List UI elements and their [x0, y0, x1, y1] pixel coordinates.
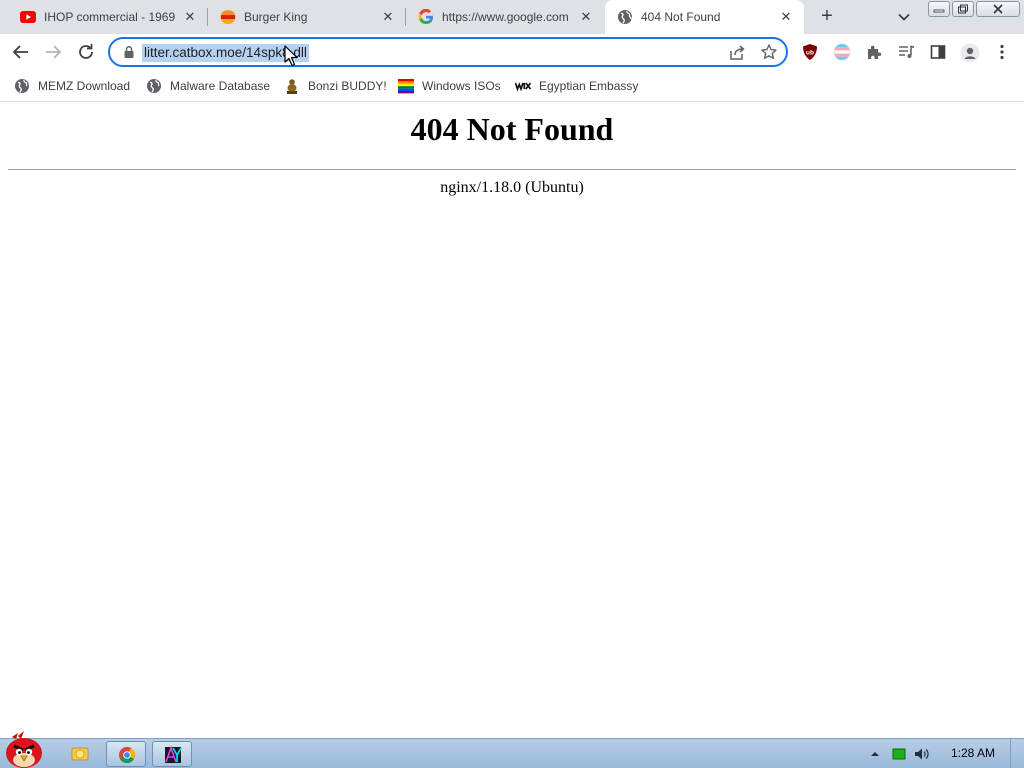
share-icon[interactable] — [728, 44, 746, 62]
globe-icon — [617, 9, 633, 25]
taskbar: 1:28 AM — [0, 731, 1024, 768]
rainbow-flag-icon — [398, 78, 414, 94]
profile-avatar-icon[interactable] — [960, 43, 980, 63]
bookmark-label: Windows ISOs — [422, 79, 501, 93]
taskbar-chrome-button[interactable] — [106, 741, 146, 767]
new-tab-button[interactable]: + — [816, 6, 838, 28]
side-panel-icon[interactable] — [929, 43, 947, 61]
minimize-button[interactable] — [928, 1, 950, 17]
google-icon — [418, 8, 434, 25]
bookmark-label: Bonzi BUDDY! — [308, 79, 387, 93]
youtube-icon — [20, 9, 36, 25]
bookmark-memz-download[interactable]: MEMZ Download — [14, 76, 130, 96]
restore-button[interactable] — [952, 1, 974, 17]
bookmark-windows-isos[interactable]: Windows ISOs — [398, 76, 501, 96]
lock-icon[interactable] — [122, 45, 136, 59]
mouse-cursor-icon — [284, 45, 300, 67]
back-button[interactable] — [10, 41, 32, 63]
wix-icon — [514, 78, 532, 94]
browser-window: IHOP commercial - 1969 ✕ Burger King ✕ h… — [0, 0, 1024, 768]
tab-strip: IHOP commercial - 1969 ✕ Burger King ✕ h… — [0, 0, 1024, 34]
globe-icon — [146, 78, 162, 94]
ublock-origin-icon[interactable]: ub — [801, 43, 819, 61]
tray-overflow-arrow-icon[interactable] — [868, 747, 882, 761]
tab-title: https://www.google.com — [442, 10, 569, 24]
bookmark-bonzi-buddy[interactable]: Bonzi BUDDY! — [284, 76, 387, 96]
taskbar-clock[interactable]: 1:28 AM — [940, 746, 1006, 760]
reload-button[interactable] — [75, 41, 97, 63]
tab-title: Burger King — [244, 10, 308, 24]
chrome-menu-kebab-icon[interactable] — [993, 43, 1011, 61]
start-button-angry-bird-icon[interactable] — [2, 731, 50, 768]
page-content: 404 Not Found nginx/1.18.0 (Ubuntu) — [0, 103, 1024, 738]
bookmark-egyptian-embassy[interactable]: Egyptian Embassy — [514, 76, 639, 96]
server-signature: nginx/1.18.0 (Ubuntu) — [440, 179, 584, 196]
tab-close-button[interactable]: ✕ — [380, 9, 396, 25]
tab-google[interactable]: https://www.google.com ✕ — [406, 0, 604, 34]
tab-burger-king[interactable]: Burger King ✕ — [208, 0, 406, 34]
address-bar[interactable]: litter.catbox.moe/14spk8.dll — [108, 37, 788, 67]
taskbar-app-button[interactable] — [152, 741, 192, 767]
tab-title: 404 Not Found — [641, 10, 721, 24]
network-icon[interactable] — [892, 747, 906, 761]
volume-icon[interactable] — [914, 747, 929, 761]
page-title: 404 Not Found — [410, 111, 614, 147]
extensions-puzzle-icon[interactable] — [865, 43, 883, 61]
tab-close-button[interactable]: ✕ — [578, 9, 594, 25]
bookmark-label: Egyptian Embassy — [539, 79, 639, 93]
globe-icon — [14, 78, 30, 94]
tab-title: IHOP commercial - 1969 — [44, 10, 176, 24]
media-controls-icon[interactable] — [897, 43, 915, 61]
bookmark-malware-database[interactable]: Malware Database — [146, 76, 270, 96]
pride-flag-extension-icon[interactable] — [833, 43, 851, 61]
tab-ihop[interactable]: IHOP commercial - 1969 ✕ — [0, 0, 208, 34]
tab-close-button[interactable]: ✕ — [182, 9, 198, 25]
bonzi-icon — [284, 78, 300, 94]
forward-button[interactable] — [42, 41, 64, 63]
bookmark-label: Malware Database — [170, 79, 271, 93]
bookmark-star-icon[interactable] — [760, 43, 778, 61]
show-desktop-button[interactable] — [1010, 739, 1024, 768]
bookmark-label: MEMZ Download — [38, 79, 131, 93]
bookmarks-bar: MEMZ Download Malware Database Bonzi BUD… — [0, 70, 1024, 102]
svg-text:ub: ub — [806, 50, 814, 57]
horizontal-rule — [8, 169, 1016, 170]
burger-king-icon — [220, 9, 236, 25]
tab-404-not-found[interactable]: 404 Not Found ✕ — [605, 0, 804, 34]
tab-search-chevron-icon[interactable] — [895, 8, 913, 26]
close-window-button[interactable] — [976, 1, 1020, 17]
browser-toolbar: litter.catbox.moe/14spk8.dll ub — [0, 34, 1024, 70]
taskbar-explorer-button[interactable] — [60, 741, 100, 767]
tab-close-button[interactable]: ✕ — [778, 9, 794, 25]
